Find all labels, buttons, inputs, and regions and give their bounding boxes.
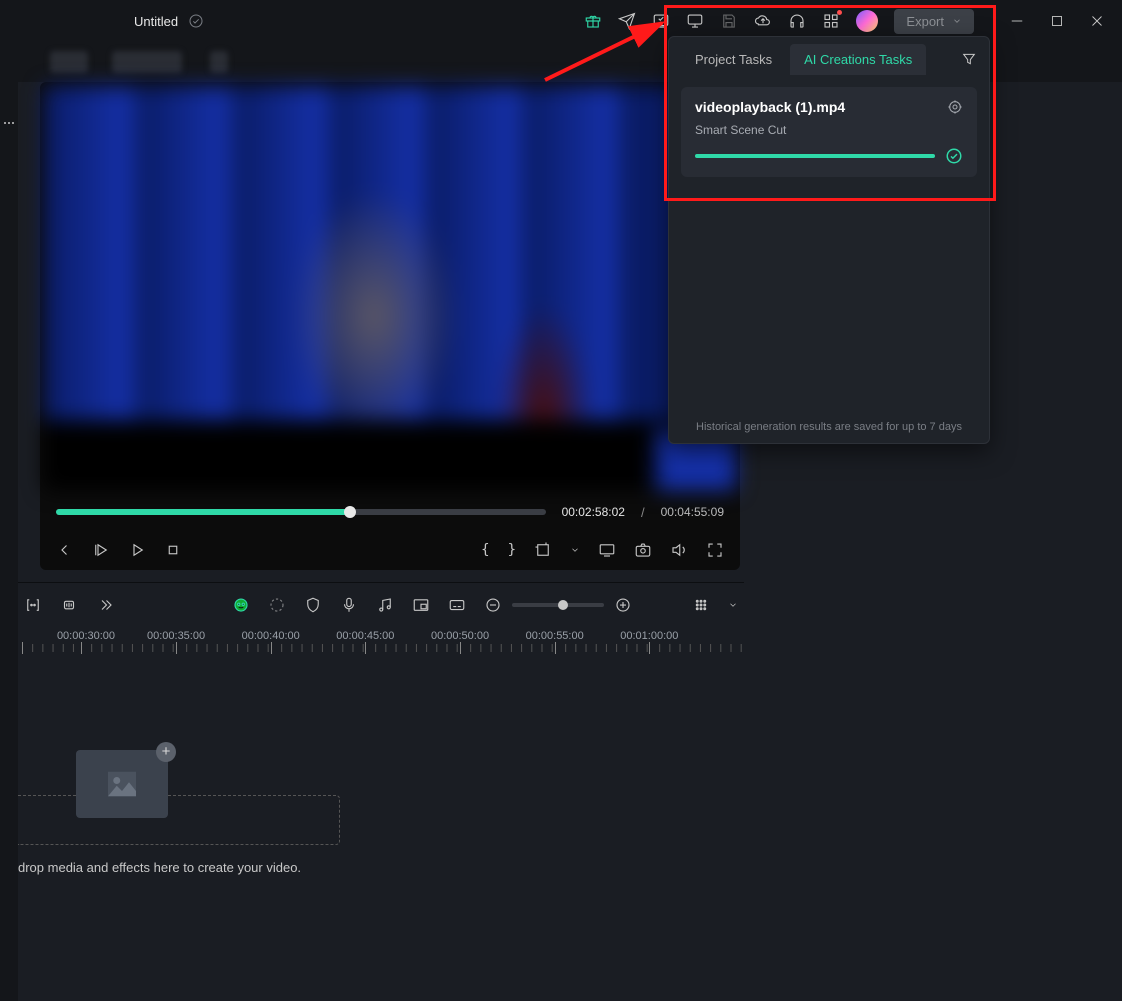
prev-frame-icon[interactable] [56,541,74,559]
mark-in-icon[interactable]: { [481,542,489,558]
tab-project-tasks[interactable]: Project Tasks [681,44,786,75]
waveform-icon[interactable] [60,596,78,614]
shield-icon[interactable] [304,596,322,614]
tasks-panel: Project Tasks AI Creations Tasks videopl… [668,36,990,444]
caption-icon[interactable] [448,596,466,614]
time-separator: / [641,505,645,520]
zoom-out-icon[interactable] [484,596,502,614]
task-subtitle: Smart Scene Cut [695,123,963,137]
user-avatar[interactable] [856,10,878,32]
mark-out-icon[interactable]: } [508,542,516,558]
picture-in-picture-icon[interactable] [412,596,430,614]
music-note-icon[interactable] [376,596,394,614]
scrub-bar[interactable] [56,509,546,515]
timeline-dropzone[interactable] [18,795,340,845]
gift-icon[interactable] [584,12,602,30]
window-minimize-icon[interactable] [1008,12,1026,30]
monitor-icon[interactable] [686,12,704,30]
window-maximize-icon[interactable] [1048,12,1066,30]
headphones-icon[interactable] [788,12,806,30]
cloud-icon[interactable] [754,12,772,30]
chevron-down-icon[interactable] [728,596,738,614]
apps-grid-icon[interactable] [822,12,840,30]
media-placeholder[interactable]: + [76,750,168,818]
scrub-thumb[interactable] [344,506,356,518]
document-title: Untitled [134,14,178,29]
left-rail [0,82,18,1001]
current-time-label: 00:02:58:02 [562,505,625,519]
chevron-down-icon [952,14,962,29]
export-button[interactable]: Export [894,9,974,34]
video-preview: 00:02:58:02 / 00:04:55:09 { } [40,82,740,570]
spinner-icon[interactable] [268,596,286,614]
ai-robot-icon[interactable] [232,596,250,614]
expand-right-icon[interactable] [96,596,114,614]
rail-handle-icon[interactable] [4,122,14,126]
tabstrip-item[interactable] [210,51,228,73]
tabstrip-item[interactable] [112,51,182,73]
player-controls: { } [40,530,740,570]
task-card[interactable]: videoplayback (1).mp4 Smart Scene Cut [681,87,977,177]
task-filename: videoplayback (1).mp4 [695,99,845,115]
zoom-slider[interactable] [512,603,604,607]
export-button-label: Export [906,14,944,29]
display-icon[interactable] [598,541,616,559]
saved-check-icon [188,13,204,29]
duration-label: 00:04:55:09 [661,505,724,519]
fullscreen-icon[interactable] [706,541,724,559]
stop-icon[interactable] [164,541,182,559]
add-media-icon[interactable]: + [156,742,176,762]
tasks-panel-footer: Historical generation results are saved … [669,411,989,443]
zoom-in-icon[interactable] [614,596,632,614]
volume-icon[interactable] [670,541,688,559]
dropzone-hint: drop media and effects here to create yo… [18,860,301,875]
microphone-icon[interactable] [340,596,358,614]
snapshot-icon[interactable] [634,541,652,559]
timeline-toolbar [18,582,744,626]
window-close-icon[interactable] [1088,12,1106,30]
save-icon[interactable] [720,12,738,30]
tab-ai-creations-tasks[interactable]: AI Creations Tasks [790,44,926,75]
play-icon[interactable] [92,541,110,559]
locate-icon[interactable] [947,99,963,115]
check-circle-icon [945,147,963,165]
next-frame-icon[interactable] [128,541,146,559]
tabstrip-item[interactable] [50,51,88,73]
timeline-body[interactable]: + drop media and effects here to create … [18,670,744,1001]
filter-icon[interactable] [961,51,977,67]
marker-brackets-icon[interactable] [24,596,42,614]
video-canvas[interactable] [44,86,736,490]
send-icon[interactable] [618,12,636,30]
tasks-panel-icon[interactable] [652,12,670,30]
zoom-thumb[interactable] [558,600,568,610]
crop-dropdown-icon[interactable] [534,541,552,559]
track-height-icon[interactable] [692,596,710,614]
task-progress-bar [695,154,935,158]
timeline-ruler[interactable]: 00:00:30:00 00:00:35:00 00:00:40:00 00:0… [18,626,744,670]
chevron-down-icon[interactable] [570,541,580,559]
